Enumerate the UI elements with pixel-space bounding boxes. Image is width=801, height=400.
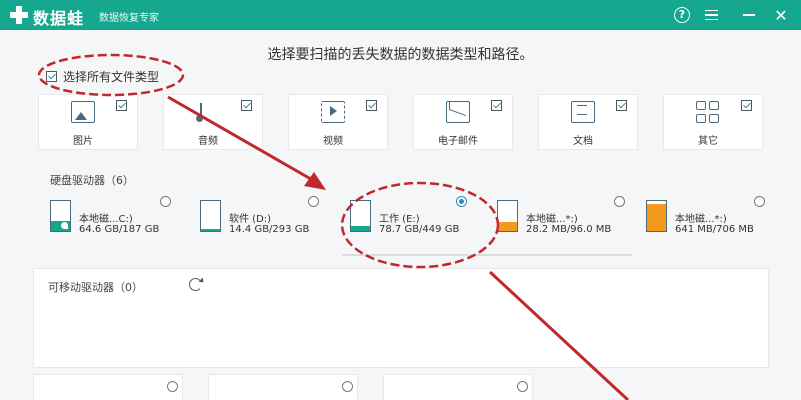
location-radio[interactable] xyxy=(342,381,353,392)
removable-drives-header: 可移动驱动器（0） xyxy=(48,281,143,294)
drive-name: 本地磁...*:) xyxy=(675,214,727,225)
filetype-label: 电子邮件 xyxy=(438,136,478,147)
page-title: 选择要扫描的丢失数据的数据类型和路径。 xyxy=(267,47,534,63)
filetype-checkbox[interactable] xyxy=(491,100,502,111)
filetype-card-image[interactable]: 图片 xyxy=(38,94,138,150)
mail-icon xyxy=(446,101,470,123)
image-icon xyxy=(71,101,95,123)
drive-radio[interactable] xyxy=(160,196,171,207)
filetype-label: 其它 xyxy=(698,136,718,147)
drive-size: 78.7 GB/449 GB xyxy=(379,224,460,235)
filetype-label: 文档 xyxy=(573,136,593,147)
filetype-card-video[interactable]: 视频 xyxy=(288,94,388,150)
filetype-label: 音频 xyxy=(198,136,218,147)
location-radio[interactable] xyxy=(167,381,178,392)
drive-size: 641 MB/706 MB xyxy=(675,224,754,235)
help-icon[interactable]: ? xyxy=(671,4,693,26)
app-subtitle: 数据恢复专家 xyxy=(99,13,159,24)
drive-icon xyxy=(50,200,71,232)
location-radio[interactable] xyxy=(517,381,528,392)
document-icon xyxy=(571,101,595,123)
minimize-icon[interactable] xyxy=(738,4,760,26)
drive-name: 工作 (E:) xyxy=(379,214,420,225)
removable-drives-section: 可移动驱动器（0） xyxy=(33,268,769,368)
drive-icon xyxy=(350,200,371,232)
filetype-card-mail[interactable]: 电子邮件 xyxy=(413,94,513,150)
drive-icon xyxy=(646,200,667,232)
drive-item-local-2[interactable]: 本地磁...*:) 641 MB/706 MB xyxy=(646,196,771,256)
filetype-checkbox[interactable] xyxy=(741,100,752,111)
other-icon xyxy=(696,101,720,123)
filetype-label: 图片 xyxy=(73,136,93,147)
drive-item-local-1[interactable]: 本地磁...*:) 28.2 MB/96.0 MB xyxy=(497,196,632,256)
title-bar: 数据蛙 数据恢复专家 ? ✕ xyxy=(0,0,801,30)
app-name: 数据蛙 xyxy=(33,9,85,28)
drive-item-d[interactable]: 软件 (D:) 14.4 GB/293 GB xyxy=(200,196,325,256)
filetype-label: 视频 xyxy=(323,136,343,147)
drive-size: 28.2 MB/96.0 MB xyxy=(526,224,612,235)
filetype-card-document[interactable]: 文档 xyxy=(538,94,638,150)
filetype-checkbox[interactable] xyxy=(116,100,127,111)
drive-size: 14.4 GB/293 GB xyxy=(229,224,310,235)
close-icon[interactable]: ✕ xyxy=(770,4,792,26)
app-logo-icon xyxy=(10,6,28,24)
drive-item-c[interactable]: 本地磁...C:) 64.6 GB/187 GB xyxy=(50,196,180,256)
location-card[interactable] xyxy=(208,374,358,400)
drive-name: 本地磁...C:) xyxy=(79,214,133,225)
select-all-checkbox[interactable]: 选择所有文件类型 xyxy=(46,68,159,85)
drive-size: 64.6 GB/187 GB xyxy=(79,224,160,235)
video-icon xyxy=(321,101,345,123)
filetype-checkbox[interactable] xyxy=(616,100,627,111)
menu-icon[interactable] xyxy=(700,4,722,26)
filetype-checkbox[interactable] xyxy=(241,100,252,111)
location-card[interactable] xyxy=(33,374,183,400)
drive-icon xyxy=(497,200,518,232)
checkbox-icon[interactable] xyxy=(46,71,57,82)
drive-icon xyxy=(200,200,221,232)
filetype-card-other[interactable]: 其它 xyxy=(663,94,763,150)
drive-radio[interactable] xyxy=(456,196,467,207)
filetype-checkbox[interactable] xyxy=(366,100,377,111)
filetype-card-audio[interactable]: 音频 xyxy=(163,94,263,150)
select-all-label: 选择所有文件类型 xyxy=(63,70,160,84)
drive-radio[interactable] xyxy=(308,196,319,207)
drive-radio[interactable] xyxy=(754,196,765,207)
drive-item-e[interactable]: 工作 (E:) 78.7 GB/449 GB xyxy=(342,196,632,256)
drive-radio[interactable] xyxy=(614,196,625,207)
audio-icon xyxy=(196,101,220,123)
drive-name: 本地磁...*:) xyxy=(526,214,578,225)
drive-name: 软件 (D:) xyxy=(229,214,272,225)
location-card[interactable] xyxy=(383,374,533,400)
refresh-icon[interactable] xyxy=(189,278,202,291)
